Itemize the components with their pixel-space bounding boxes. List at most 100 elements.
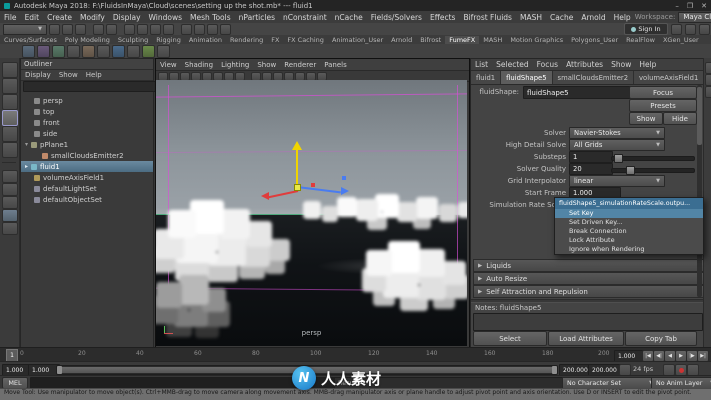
- outliner-item-selected[interactable]: ▸ fluid1: [21, 161, 153, 172]
- outliner-item[interactable]: volumeAxisField1: [21, 172, 153, 183]
- grid-interpolator-dropdown[interactable]: linear▼: [569, 175, 665, 187]
- ae-scrollbar[interactable]: [697, 85, 702, 297]
- notes-textarea[interactable]: [473, 313, 703, 331]
- move-manipulator-y-axis[interactable]: [296, 149, 298, 187]
- menu-mesh-tools[interactable]: Mesh Tools: [186, 13, 235, 22]
- menu-help[interactable]: Help: [610, 13, 635, 22]
- node-name-input[interactable]: fluidShape5: [523, 86, 631, 99]
- menu-create[interactable]: Create: [43, 13, 76, 22]
- snap-to-planes-icon[interactable]: [163, 24, 174, 35]
- notes-splitter[interactable]: [471, 299, 703, 303]
- outliner-item[interactable]: top: [21, 106, 153, 117]
- outliner-menu-display[interactable]: Display: [21, 71, 55, 79]
- shelf-tab[interactable]: Poly Modeling: [61, 36, 114, 44]
- ae-menu-show[interactable]: Show: [607, 60, 635, 69]
- shelf-tab[interactable]: XGen_User: [659, 36, 703, 44]
- context-menu-break-connection[interactable]: Break Connection: [555, 227, 703, 236]
- snap-to-points-icon[interactable]: [150, 24, 161, 35]
- shelf-tab[interactable]: Rendering: [226, 36, 267, 44]
- menu-file[interactable]: File: [0, 13, 21, 22]
- fps-label[interactable]: 24 fps: [633, 365, 653, 373]
- ae-menu-help[interactable]: Help: [635, 60, 660, 69]
- move-manipulator-z-arrow-icon[interactable]: [341, 187, 349, 195]
- shelf-item-icon[interactable]: [82, 45, 95, 58]
- section-auto-resize[interactable]: ▶Auto Resize: [473, 272, 705, 285]
- layout-persp-outliner-icon[interactable]: [2, 196, 18, 209]
- select-tool-icon[interactable]: [2, 62, 18, 78]
- ae-menu-focus[interactable]: Focus: [533, 60, 562, 69]
- shelf-tab[interactable]: Polygons_User: [567, 36, 622, 44]
- toolbox-toggle-icon[interactable]: [685, 24, 696, 35]
- shelf-item-icon[interactable]: [157, 45, 170, 58]
- expand-icon[interactable]: ▾: [25, 141, 28, 148]
- minimize-button[interactable]: –: [675, 2, 679, 10]
- shelf-item-icon[interactable]: [112, 45, 125, 58]
- shelf-tab[interactable]: Animation: [185, 36, 226, 44]
- presets-button[interactable]: Presets: [629, 99, 697, 112]
- shelf-tab[interactable]: FX: [267, 36, 283, 44]
- shelf-tab[interactable]: RealFlow: [622, 36, 659, 44]
- layout-hypershade-icon[interactable]: [2, 222, 18, 235]
- outliner-item[interactable]: smallCloudsEmitter2: [21, 150, 153, 161]
- move-tool-icon[interactable]: [2, 110, 18, 126]
- shelf-tab[interactable]: Animation_User: [328, 36, 387, 44]
- outliner-search-input[interactable]: [23, 81, 157, 92]
- shelf-tab[interactable]: Curves/Surfaces: [0, 36, 61, 44]
- layout-active-icon[interactable]: [2, 209, 18, 222]
- shelf-tab[interactable]: Sculpting: [114, 36, 152, 44]
- paint-select-tool-icon[interactable]: [2, 94, 18, 110]
- workspace-selector[interactable]: Maya Classic*▼: [678, 12, 711, 23]
- snap-to-grids-icon[interactable]: [124, 24, 135, 35]
- shelf-item-icon[interactable]: [142, 45, 155, 58]
- viewport-menu-view[interactable]: View: [156, 61, 181, 69]
- shelf-item-icon[interactable]: [52, 45, 65, 58]
- layout-four-pane-icon[interactable]: [2, 183, 18, 196]
- range-slider-left-handle[interactable]: [57, 366, 62, 374]
- scale-tool-icon[interactable]: [2, 142, 18, 158]
- tool-settings-tab-icon[interactable]: [705, 74, 711, 86]
- menu-edit[interactable]: Edit: [21, 13, 44, 22]
- ae-menu-attributes[interactable]: Attributes: [562, 60, 607, 69]
- load-attributes-button[interactable]: Load Attributes: [548, 331, 624, 346]
- save-scene-icon[interactable]: [75, 24, 86, 35]
- substeps-input[interactable]: 1: [569, 151, 613, 163]
- outliner-item[interactable]: side: [21, 128, 153, 139]
- rotate-tool-icon[interactable]: [2, 126, 18, 142]
- context-menu-ignore-when-rendering[interactable]: Ignore when Rendering: [555, 245, 703, 254]
- context-menu-set-driven-key[interactable]: Set Driven Key...: [555, 218, 703, 227]
- outliner-menu-help[interactable]: Help: [82, 71, 106, 79]
- ae-scrollbar-thumb[interactable]: [697, 87, 702, 145]
- viewport-menu-renderer[interactable]: Renderer: [280, 61, 320, 69]
- viewport-3d-scene[interactable]: persp: [156, 80, 467, 346]
- shelf-tab[interactable]: Motion Graphics: [506, 36, 567, 44]
- viewport-menu-shading[interactable]: Shading: [181, 61, 217, 69]
- solver-dropdown[interactable]: Navier-Stokes▼: [569, 127, 665, 139]
- shelf-item-icon[interactable]: [22, 45, 35, 58]
- ae-tab-fluid1[interactable]: fluid1: [471, 71, 501, 84]
- shelf-tab[interactable]: FX Caching: [283, 36, 328, 44]
- ipr-render-icon[interactable]: [207, 24, 218, 35]
- shelf-item-icon[interactable]: [97, 45, 110, 58]
- move-manipulator-y-arrow-icon[interactable]: [292, 141, 302, 150]
- shelf-item-icon[interactable]: [37, 45, 50, 58]
- section-self-attraction[interactable]: ▶Self Attraction and Repulsion: [473, 285, 705, 298]
- close-button[interactable]: ✕: [701, 2, 707, 10]
- shelf-tab-active[interactable]: FumeFX: [445, 36, 479, 44]
- menu-bifrost-fluids[interactable]: Bifrost Fluids: [459, 13, 516, 22]
- shelf-item-icon[interactable]: [67, 45, 80, 58]
- viewport-menu-lighting[interactable]: Lighting: [217, 61, 253, 69]
- menu-windows[interactable]: Windows: [145, 13, 186, 22]
- outliner-item[interactable]: front: [21, 117, 153, 128]
- move-manipulator-z-axis[interactable]: [297, 186, 341, 193]
- ae-menu-list[interactable]: List: [471, 60, 492, 69]
- move-manipulator-x-axis[interactable]: [268, 190, 298, 198]
- viewport-menu-panels[interactable]: Panels: [320, 61, 351, 69]
- render-icon[interactable]: [194, 24, 205, 35]
- ae-tab-volumeaxisfield1[interactable]: volumeAxisField1: [634, 71, 703, 84]
- menu-arnold[interactable]: Arnold: [577, 13, 609, 22]
- selection-mask-dropdown[interactable]: ▼: [3, 24, 47, 35]
- ae-menu-selected[interactable]: Selected: [492, 60, 533, 69]
- history-icon[interactable]: [671, 24, 682, 35]
- slider-handle[interactable]: [614, 154, 623, 163]
- viewport-menu-show[interactable]: Show: [253, 61, 280, 69]
